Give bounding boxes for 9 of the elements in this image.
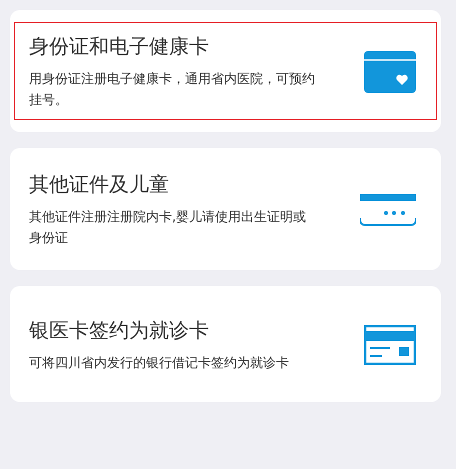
option-title: 身份证和电子健康卡	[29, 33, 210, 59]
option-title: 银医卡签约为就诊卡	[29, 316, 210, 342]
bank-card-icon	[364, 325, 416, 365]
card-dots-icon	[360, 194, 416, 226]
option-description: 其他证件注册注册院内卡,婴儿请使用出生证明或身份证	[29, 209, 308, 248]
option-title: 其他证件及儿童	[29, 171, 170, 197]
option-description: 可将四川省内发行的银行借记卡签约为就诊卡	[29, 354, 290, 372]
option-panel[interactable]: 身份证和电子健康卡 用身份证注册电子健康卡，通用省内医院，可预约挂号。	[14, 22, 437, 120]
option-description: 用身份证注册电子健康卡，通用省内医院，可预约挂号。	[29, 71, 316, 110]
